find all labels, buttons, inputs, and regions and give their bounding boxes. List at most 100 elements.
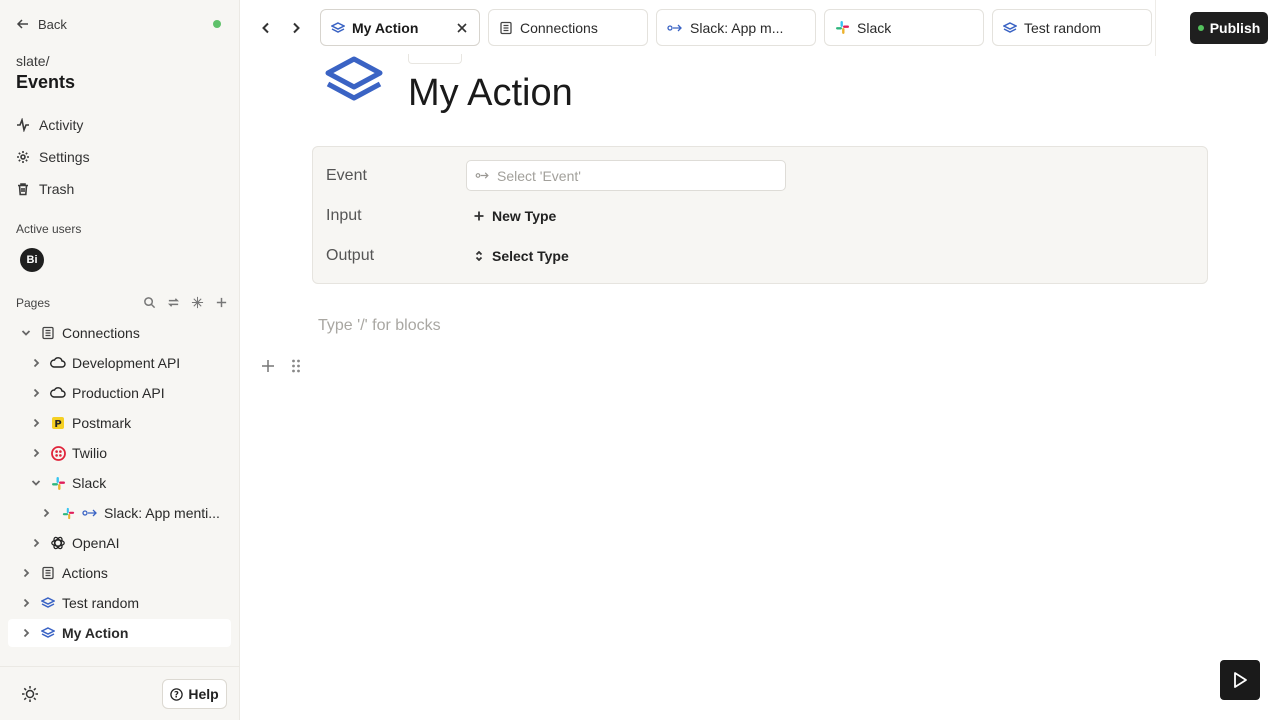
sync-icon[interactable] bbox=[166, 294, 180, 310]
sparkle-icon[interactable] bbox=[190, 294, 204, 310]
run-button[interactable] bbox=[1220, 660, 1260, 700]
chevron-right-icon[interactable] bbox=[30, 447, 42, 459]
new-type-button[interactable]: New Type bbox=[474, 208, 556, 224]
block-placeholder[interactable]: Type '/' for blocks bbox=[318, 317, 441, 335]
chevron-right-icon[interactable] bbox=[40, 507, 52, 519]
help-button[interactable]: ? Help bbox=[162, 679, 227, 709]
tree-item-label: Production API bbox=[72, 385, 165, 401]
chevron-right-icon[interactable] bbox=[30, 357, 42, 369]
avatar[interactable]: Bi bbox=[20, 248, 44, 272]
chevron-right-icon bbox=[293, 22, 300, 34]
online-status-dot bbox=[213, 20, 221, 28]
workspace-title: Events bbox=[16, 72, 76, 92]
event-select-input[interactable]: Select 'Event' bbox=[466, 160, 786, 191]
help-label: Help bbox=[188, 686, 219, 702]
back-button[interactable]: Back bbox=[16, 14, 67, 34]
publish-button[interactable]: Publish bbox=[1190, 12, 1268, 44]
pages-toolbar bbox=[142, 294, 228, 310]
search-icon[interactable] bbox=[142, 294, 156, 310]
tree-item-twilio[interactable]: Twilio bbox=[30, 440, 107, 466]
nav-activity[interactable]: Activity bbox=[16, 113, 83, 137]
document-icon bbox=[500, 21, 512, 34]
sidebar-footer-divider bbox=[0, 666, 240, 667]
gear-icon bbox=[17, 151, 29, 163]
publish-status-dot bbox=[1197, 25, 1204, 31]
tree-item-slack-app-mention[interactable]: Slack: App menti... bbox=[40, 500, 220, 526]
layers-icon bbox=[1003, 21, 1017, 33]
select-type-button[interactable]: Select Type bbox=[474, 248, 569, 264]
tree-item-slack[interactable]: Slack bbox=[30, 470, 106, 496]
chevron-right-icon[interactable] bbox=[20, 597, 32, 609]
pages-label: Pages bbox=[16, 296, 51, 310]
tree-item-label: Slack: App menti... bbox=[104, 505, 220, 521]
sidebar: Back slate/ Events Activity Settings Tra… bbox=[0, 0, 240, 720]
postmark-icon: P bbox=[50, 415, 66, 431]
layers-icon bbox=[40, 595, 56, 611]
tab-connections[interactable]: Connections bbox=[488, 9, 648, 46]
event-icon bbox=[475, 172, 489, 179]
tab-slack[interactable]: Slack bbox=[824, 9, 984, 46]
layers-icon[interactable] bbox=[324, 56, 384, 102]
chevron-up-down-icon bbox=[475, 251, 483, 261]
activity-icon bbox=[17, 118, 29, 132]
nav-forward-arrow[interactable] bbox=[286, 18, 306, 38]
close-icon[interactable] bbox=[455, 21, 469, 35]
tree-item-label: My Action bbox=[62, 625, 129, 641]
tree-item-label: Test random bbox=[62, 595, 140, 611]
sun-icon[interactable] bbox=[20, 684, 40, 704]
tree-item-development-api[interactable]: Development API bbox=[30, 350, 180, 376]
event-placeholder: Select 'Event' bbox=[497, 167, 581, 184]
plus-icon bbox=[474, 211, 484, 221]
nav-settings[interactable]: Settings bbox=[16, 145, 90, 169]
tree-item-label: Actions bbox=[62, 565, 108, 581]
chevron-right-icon[interactable] bbox=[30, 537, 42, 549]
event-icon bbox=[667, 24, 682, 31]
slack-icon bbox=[50, 475, 66, 491]
event-icon bbox=[82, 505, 98, 521]
event-label: Event bbox=[326, 167, 367, 184]
tree-item-my-action[interactable]: My Action bbox=[8, 619, 231, 647]
tree-item-production-api[interactable]: Production API bbox=[30, 380, 165, 406]
cover-handle[interactable] bbox=[408, 54, 462, 64]
tab-test-random[interactable]: Test random bbox=[992, 9, 1152, 46]
help-circle-icon: ? bbox=[170, 687, 184, 701]
tabbar-divider bbox=[1155, 0, 1156, 56]
document-icon bbox=[40, 325, 56, 341]
tree-item-connections[interactable]: Connections bbox=[20, 320, 140, 346]
tree-item-postmark[interactable]: P Postmark bbox=[30, 410, 131, 436]
properties-panel: Event Select 'Event' Input New Type Outp… bbox=[312, 146, 1208, 284]
tab-slack-app-mention[interactable]: Slack: App m... bbox=[656, 9, 816, 46]
nav-back-arrow[interactable] bbox=[256, 18, 276, 38]
add-page-icon[interactable] bbox=[214, 294, 228, 310]
page-title[interactable]: My Action bbox=[408, 72, 573, 115]
tab-label: Slack bbox=[857, 19, 892, 36]
chevron-down-icon[interactable] bbox=[20, 327, 32, 339]
chevron-right-icon[interactable] bbox=[20, 627, 32, 639]
nav-trash-label: Trash bbox=[39, 181, 75, 197]
plus-icon[interactable] bbox=[261, 359, 275, 373]
select-type-label: Select Type bbox=[492, 248, 569, 264]
publish-label: Publish bbox=[1209, 20, 1261, 36]
workspace-path: slate/ bbox=[16, 53, 50, 69]
tab-label: Connections bbox=[520, 19, 598, 36]
openai-icon bbox=[50, 535, 66, 551]
tab-label: Slack: App m... bbox=[690, 19, 784, 36]
tree-item-actions[interactable]: Actions bbox=[20, 560, 108, 586]
layers-icon bbox=[40, 625, 56, 641]
slack-icon bbox=[60, 505, 76, 521]
nav-trash[interactable]: Trash bbox=[16, 177, 74, 201]
chevron-left-icon bbox=[262, 22, 269, 34]
tree-item-openai[interactable]: OpenAI bbox=[30, 530, 119, 556]
chevron-right-icon[interactable] bbox=[30, 417, 42, 429]
tree-item-label: Connections bbox=[62, 325, 140, 341]
tab-label: My Action bbox=[352, 19, 419, 36]
chevron-right-icon[interactable] bbox=[20, 567, 32, 579]
tree-item-test-random[interactable]: Test random bbox=[20, 590, 139, 616]
trash-icon bbox=[18, 183, 28, 196]
nav-activity-label: Activity bbox=[39, 117, 84, 133]
chevron-down-icon[interactable] bbox=[30, 477, 42, 489]
chevron-right-icon[interactable] bbox=[30, 387, 42, 399]
drag-handle-icon[interactable] bbox=[290, 358, 302, 374]
tab-my-action[interactable]: My Action bbox=[320, 9, 480, 46]
layers-icon bbox=[331, 21, 345, 33]
